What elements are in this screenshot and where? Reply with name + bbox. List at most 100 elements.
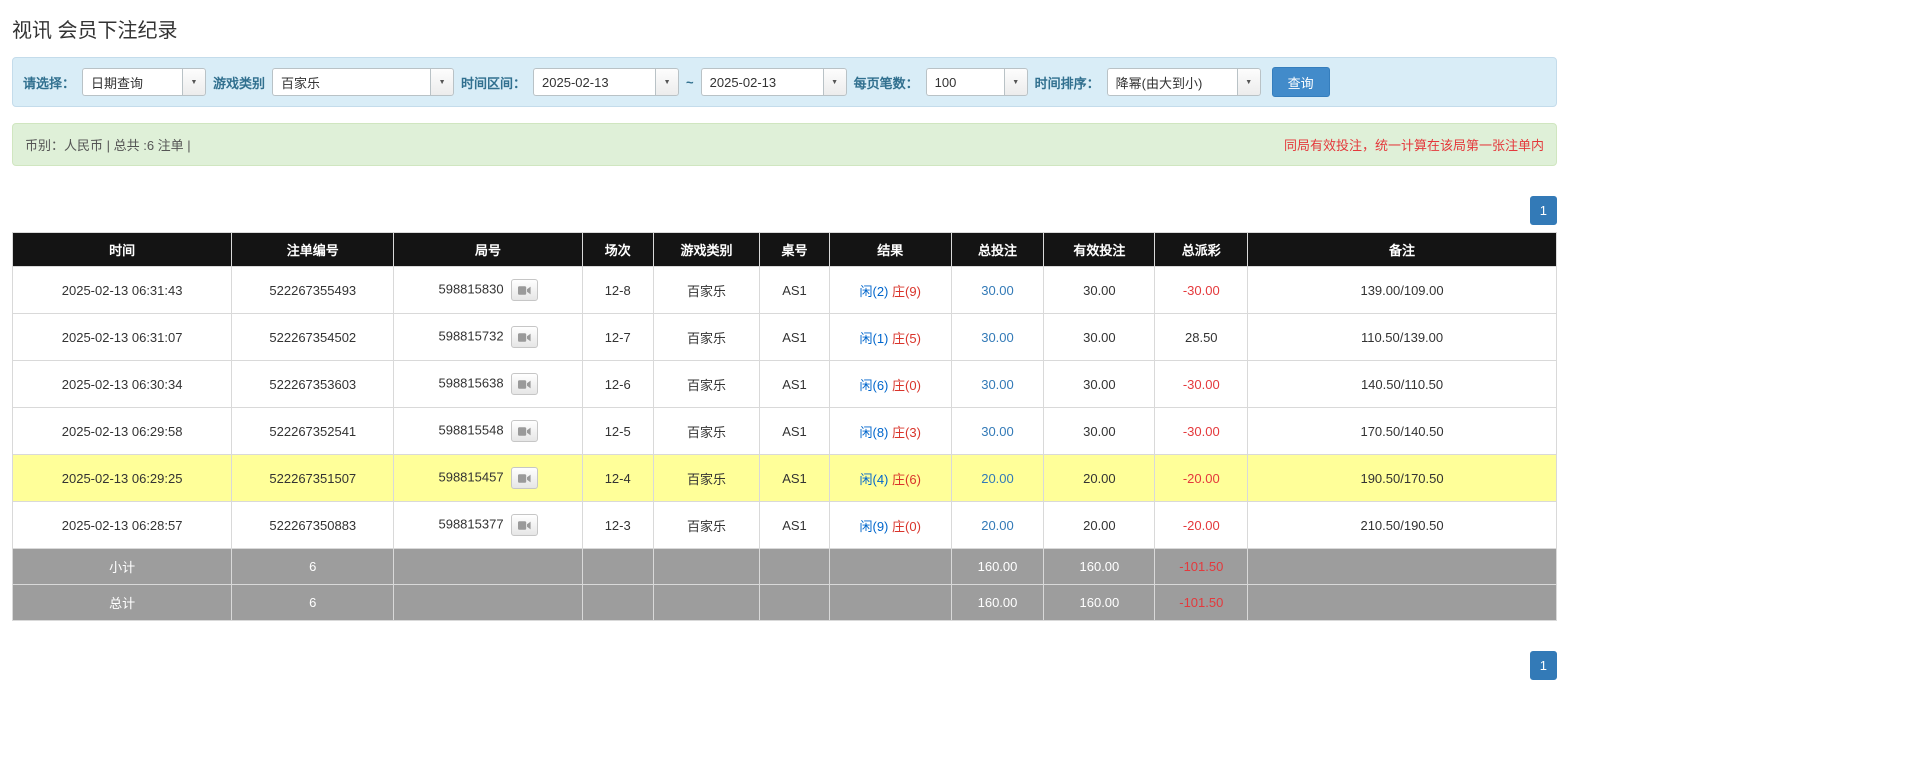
chevron-down-icon: ▼: [831, 79, 838, 86]
date-query-select[interactable]: [82, 68, 182, 96]
video-replay-button[interactable]: [511, 467, 538, 489]
column-header: 时间: [13, 233, 232, 267]
summary-bar: 币别：人民币 | 总共 :6 注单 | 同局有效投注，统一计算在该局第一张注单内: [12, 123, 1557, 166]
page-size-input[interactable]: [926, 68, 1004, 96]
result-player: 闲(4): [860, 472, 889, 487]
total-bet-link[interactable]: 30.00: [981, 377, 1014, 392]
cell-valid-bet: 30.00: [1044, 408, 1155, 455]
footer-valid-bet: 160.00: [1044, 549, 1155, 585]
page-size-label: 每页笔数：: [854, 73, 919, 92]
result-player: 闲(2): [860, 284, 889, 299]
cell-bet-id: 522267352541: [232, 408, 394, 455]
footer-empty-cell: [760, 585, 829, 621]
column-header: 总投注: [951, 233, 1044, 267]
result-player: 闲(1): [860, 331, 889, 346]
sort-dropdown-button[interactable]: ▼: [1237, 68, 1261, 96]
cell-total-bet: 20.00: [951, 502, 1044, 549]
search-button[interactable]: 查询: [1272, 67, 1330, 97]
game-type-select[interactable]: [272, 68, 430, 96]
sort-order-select[interactable]: [1107, 68, 1237, 96]
cell-game-type: 百家乐: [653, 314, 760, 361]
cell-round: 598815377: [394, 502, 582, 549]
cell-valid-bet: 20.00: [1044, 502, 1155, 549]
video-replay-button[interactable]: [511, 420, 538, 442]
round-id: 598815638: [438, 375, 503, 390]
bet-records-table: 时间注单编号局号场次游戏类别桌号结果总投注有效投注总派彩备注 2025-02-1…: [12, 232, 1557, 621]
page-size-dropdown-button[interactable]: ▼: [1004, 68, 1028, 96]
range-separator: ~: [686, 75, 694, 90]
video-replay-button[interactable]: [511, 326, 538, 348]
video-camera-icon: [518, 426, 531, 437]
cell-table-no: AS1: [760, 361, 829, 408]
cell-total-bet: 30.00: [951, 408, 1044, 455]
total-bet-link[interactable]: 30.00: [981, 424, 1014, 439]
cell-valid-bet: 30.00: [1044, 314, 1155, 361]
time-range-label: 时间区间：: [461, 73, 526, 92]
cell-session: 12-8: [582, 267, 653, 314]
cell-remark: 110.50/139.00: [1248, 314, 1557, 361]
payout-value: -30.00: [1183, 424, 1220, 439]
round-id: 598815377: [438, 516, 503, 531]
filter-bar: 请选择： ▼ 游戏类别 ▼ 时间区间： ▼ ~ ▼ 每页笔数： ▼ 时间排序： …: [12, 57, 1557, 107]
payout-value: -30.00: [1183, 377, 1220, 392]
game-type-dropdown-button[interactable]: ▼: [430, 68, 454, 96]
column-header: 总派彩: [1155, 233, 1248, 267]
column-header: 桌号: [760, 233, 829, 267]
cell-table-no: AS1: [760, 314, 829, 361]
cell-session: 12-4: [582, 455, 653, 502]
table-row: 2025-02-13 06:31:07522267354502598815732…: [13, 314, 1557, 361]
round-id: 598815457: [438, 469, 503, 484]
result-banker: 庄(6): [892, 472, 921, 487]
video-replay-button[interactable]: [511, 373, 538, 395]
date-query-dropdown-button[interactable]: ▼: [182, 68, 206, 96]
pagination-page-1[interactable]: 1: [1530, 651, 1557, 680]
cell-game-type: 百家乐: [653, 361, 760, 408]
cell-payout: -30.00: [1155, 408, 1248, 455]
chevron-down-icon: ▼: [191, 79, 198, 86]
cell-round: 598815830: [394, 267, 582, 314]
video-camera-icon: [518, 379, 531, 390]
footer-payout: -101.50: [1155, 549, 1248, 585]
video-camera-icon: [518, 520, 531, 531]
cell-result: 闲(1) 庄(5): [829, 314, 951, 361]
cell-bet-id: 522267354502: [232, 314, 394, 361]
date-to-input[interactable]: [701, 68, 823, 96]
column-header: 结果: [829, 233, 951, 267]
date-from-dropdown-button[interactable]: ▼: [655, 68, 679, 96]
column-header: 备注: [1248, 233, 1557, 267]
chevron-down-icon: ▼: [439, 79, 446, 86]
chevron-down-icon: ▼: [664, 79, 671, 86]
cell-payout: -20.00: [1155, 502, 1248, 549]
video-replay-button[interactable]: [511, 279, 538, 301]
total-bet-link[interactable]: 20.00: [981, 471, 1014, 486]
page-title: 视讯 会员下注纪录: [12, 14, 1907, 43]
cell-valid-bet: 30.00: [1044, 361, 1155, 408]
pagination-page-1[interactable]: 1: [1530, 196, 1557, 225]
cell-total-bet: 30.00: [951, 267, 1044, 314]
cell-result: 闲(8) 庄(3): [829, 408, 951, 455]
footer-empty-cell: [829, 549, 951, 585]
table-row: 2025-02-13 06:28:57522267350883598815377…: [13, 502, 1557, 549]
cell-table-no: AS1: [760, 455, 829, 502]
date-to-dropdown-button[interactable]: ▼: [823, 68, 847, 96]
video-replay-button[interactable]: [511, 514, 538, 536]
sort-label: 时间排序：: [1035, 73, 1100, 92]
footer-total-bet: 160.00: [951, 549, 1044, 585]
result-player: 闲(6): [860, 378, 889, 393]
footer-empty-cell: [653, 585, 760, 621]
cell-result: 闲(9) 庄(0): [829, 502, 951, 549]
total-bet-link[interactable]: 30.00: [981, 330, 1014, 345]
footer-empty-cell: [653, 549, 760, 585]
footer-empty-cell: [1248, 549, 1557, 585]
footer-empty-cell: [760, 549, 829, 585]
table-row: 2025-02-13 06:30:34522267353603598815638…: [13, 361, 1557, 408]
result-banker: 庄(5): [892, 331, 921, 346]
date-from-input[interactable]: [533, 68, 655, 96]
game-type-combo: ▼: [272, 68, 454, 96]
cell-round: 598815548: [394, 408, 582, 455]
total-bet-link[interactable]: 20.00: [981, 518, 1014, 533]
total-bet-link[interactable]: 30.00: [981, 283, 1014, 298]
cell-round: 598815638: [394, 361, 582, 408]
cell-bet-id: 522267351507: [232, 455, 394, 502]
payout-value: -101.50: [1179, 559, 1223, 574]
